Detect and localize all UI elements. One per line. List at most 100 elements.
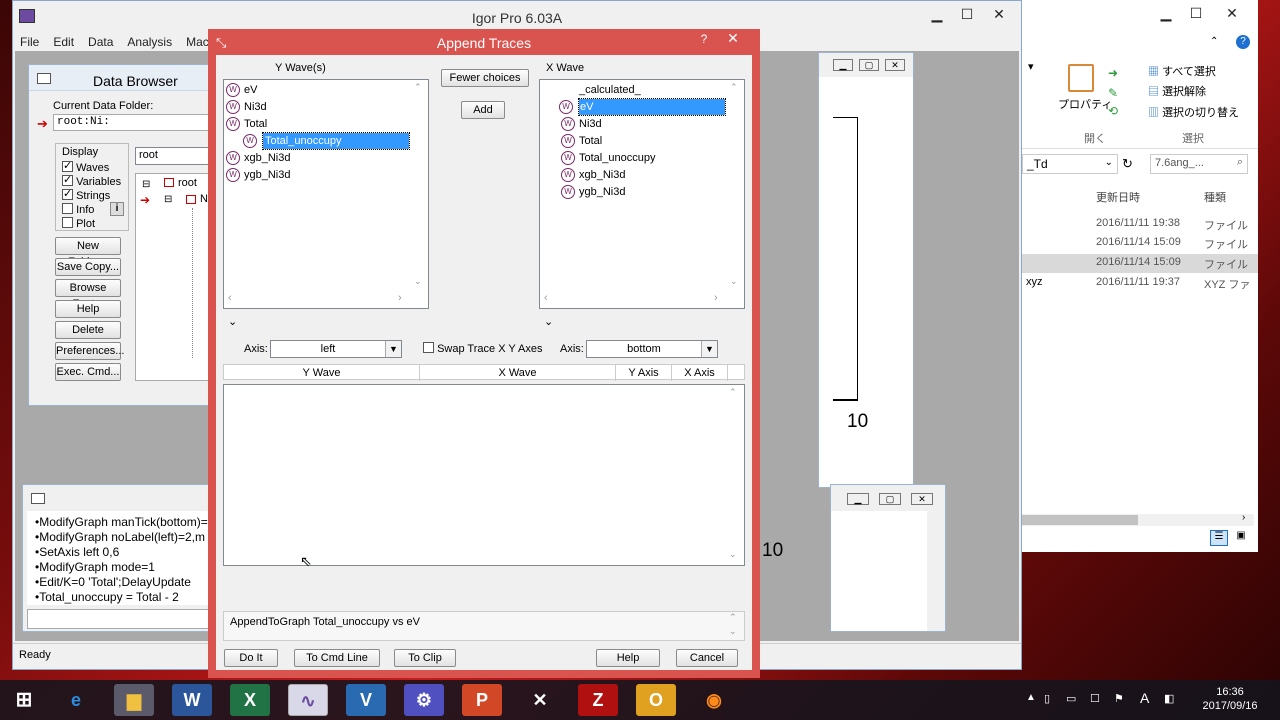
properties-label[interactable]: プロパティ (1058, 96, 1112, 112)
chat-icon[interactable]: ☐ (1090, 692, 1100, 705)
internet-explorer-icon[interactable]: e (56, 684, 96, 716)
command-history[interactable]: •ModifyGraph manTick(bottom)= •ModifyGra… (27, 511, 225, 605)
edit-icon[interactable]: ✎ (1108, 86, 1118, 100)
x-wave-list[interactable]: _calculated_ WeV W Ni3d W Total W Total_uno… (539, 79, 745, 309)
to-clip-button[interactable]: To Clip (394, 649, 456, 667)
column-type[interactable]: 種類 (1204, 189, 1226, 205)
ime-indicator[interactable]: A (1140, 690, 1149, 706)
list-item-selected[interactable]: WeV (559, 98, 726, 116)
scroll-up-icon[interactable]: ⌃ (730, 82, 738, 93)
menu-data[interactable]: Data (81, 33, 120, 51)
checkbox-icon[interactable] (423, 342, 434, 353)
list-item[interactable]: W Total (561, 133, 602, 149)
menu-file[interactable]: File (13, 33, 46, 51)
checkbox-icon[interactable] (62, 173, 73, 186)
scroll-up-icon[interactable]: ⌃ (729, 387, 737, 398)
column-date[interactable]: 更新日時 (1096, 189, 1140, 205)
list-item[interactable]: W Ni3d (226, 99, 267, 115)
minimize-icon[interactable]: ▁ (1152, 4, 1180, 24)
open-icon[interactable]: ➜ (1108, 66, 1118, 80)
deselect-button[interactable]: ▤ 選択解除 (1148, 83, 1206, 99)
flag-icon[interactable]: ⚑ (1114, 692, 1124, 705)
swap-axes-checkbox[interactable]: Swap Trace X Y Axes (423, 342, 542, 355)
maximize-icon[interactable]: ☐ (953, 5, 981, 25)
minimize-icon[interactable]: ▁ (833, 59, 853, 71)
folder-popup[interactable]: root (135, 147, 213, 165)
select-all-button[interactable]: ▦ すべて選択 (1148, 63, 1216, 79)
tree-child-label[interactable]: N (200, 193, 208, 205)
info-checkbox[interactable]: Info (62, 203, 94, 216)
start-button-icon[interactable]: ⊞ (4, 684, 44, 716)
maximize-icon[interactable]: ▢ (879, 493, 901, 505)
plot-checkbox[interactable]: Plot (62, 217, 95, 230)
igor-pro-icon[interactable]: ∿ (288, 684, 328, 716)
close-icon[interactable]: ✕ (911, 493, 933, 505)
history-icon[interactable]: ⟲ (1108, 104, 1118, 118)
help-icon[interactable]: ? (1236, 35, 1250, 49)
strings-checkbox[interactable]: Strings (62, 187, 110, 202)
file-row[interactable]: 2016/11/14 15:09 ファイル (1022, 235, 1258, 253)
vesta-icon[interactable]: V (346, 684, 386, 716)
tray-icon[interactable]: ▯ (1044, 692, 1050, 705)
close-icon[interactable]: ✕ (1218, 4, 1246, 24)
minimize-icon[interactable]: ▁ (847, 493, 869, 505)
list-item[interactable]: W Ni3d (561, 116, 602, 132)
details-view-icon[interactable]: ☰ (1210, 530, 1228, 546)
outlook-icon[interactable]: O (636, 684, 676, 716)
checkbox-icon[interactable] (62, 187, 73, 200)
y-waves-list[interactable]: WeV W Ni3d W Total W Total_unoccupy Wxgb_Ni… (223, 79, 429, 309)
scroll-left-icon[interactable]: ‹ (228, 292, 232, 304)
add-button[interactable]: Add (461, 101, 505, 119)
delete-button[interactable]: Delete (55, 321, 121, 339)
list-item[interactable]: Wxgb_Ni3d (561, 167, 625, 183)
checkbox-icon[interactable] (62, 159, 73, 172)
x-window-icon[interactable]: ✕ (520, 684, 560, 716)
folder-tree[interactable]: ⊟ root ➔ ⊟ N (135, 173, 213, 381)
scroll-down-icon[interactable]: ⌄ (414, 276, 422, 287)
new-folder-button[interactable]: New Folder... (55, 237, 121, 268)
excel-icon[interactable]: X (230, 684, 270, 716)
list-item[interactable]: WeV (226, 82, 257, 98)
help-button[interactable]: Help (55, 300, 121, 318)
ribbon-collapse-icon[interactable]: ⌃ (1210, 36, 1218, 47)
chevron-down-icon[interactable]: ▼ (385, 341, 401, 357)
y-axis-select[interactable]: left ▼ (270, 340, 402, 358)
current-folder-field[interactable]: root:Ni: (53, 114, 213, 131)
checkbox-icon[interactable] (62, 203, 73, 214)
tree-expand-icon[interactable]: ⊟ (164, 194, 172, 205)
column-y-wave[interactable]: Y Wave (224, 365, 420, 381)
exec-cmd-button[interactable]: Exec. Cmd... (55, 363, 121, 381)
list-item-selected[interactable]: W Total_unoccupy (243, 132, 410, 150)
command-line-input[interactable] (27, 609, 225, 629)
cancel-button[interactable]: Cancel (676, 649, 738, 667)
filezilla-icon[interactable]: Z (578, 684, 618, 716)
maximize-icon[interactable]: ▢ (859, 59, 879, 71)
x-axis-select[interactable]: bottom ▼ (586, 340, 718, 358)
to-cmd-line-button[interactable]: To Cmd Line (294, 649, 380, 667)
properties-icon[interactable] (1068, 64, 1094, 92)
file-explorer-icon[interactable]: ▆ (114, 684, 154, 716)
tree-expand-icon[interactable]: ⊟ (142, 179, 150, 190)
network-icon[interactable]: ▭ (1066, 692, 1076, 705)
menu-edit[interactable]: Edit (46, 33, 81, 51)
scroll-down-icon[interactable]: ⌄ (729, 626, 737, 637)
refresh-icon[interactable]: ↻ (1122, 156, 1133, 172)
list-item[interactable]: W Total (226, 116, 267, 132)
tray-chevron-icon[interactable]: ▲ (1026, 692, 1036, 703)
scroll-down-icon[interactable]: ⌄ (729, 549, 737, 560)
checkbox-icon[interactable] (62, 217, 73, 228)
chevron-down-icon[interactable]: ⌄ (1105, 157, 1113, 168)
fewer-choices-button[interactable]: Fewer choices (441, 69, 529, 87)
tiles-view-icon[interactable]: ▣ (1232, 530, 1250, 546)
powerpoint-icon[interactable]: P (462, 684, 502, 716)
invert-selection-button[interactable]: ▥ 選択の切り替え (1148, 104, 1239, 120)
horizontal-scrollbar[interactable]: › (1022, 512, 1254, 526)
file-row[interactable]: xyz 2016/11/11 19:37 XYZ ファ (1022, 275, 1258, 293)
scroll-up-icon[interactable]: ⌃ (729, 612, 737, 623)
list-item[interactable]: Wxgb_Ni3d (226, 150, 290, 166)
file-row[interactable]: 2016/11/14 15:09 ファイル (1022, 254, 1258, 273)
list-item[interactable]: W Total_unoccupy (561, 150, 655, 166)
info-icon[interactable]: i (110, 202, 124, 216)
scroll-right-icon[interactable]: › (714, 292, 718, 304)
close-icon[interactable]: ✕ (718, 30, 748, 47)
